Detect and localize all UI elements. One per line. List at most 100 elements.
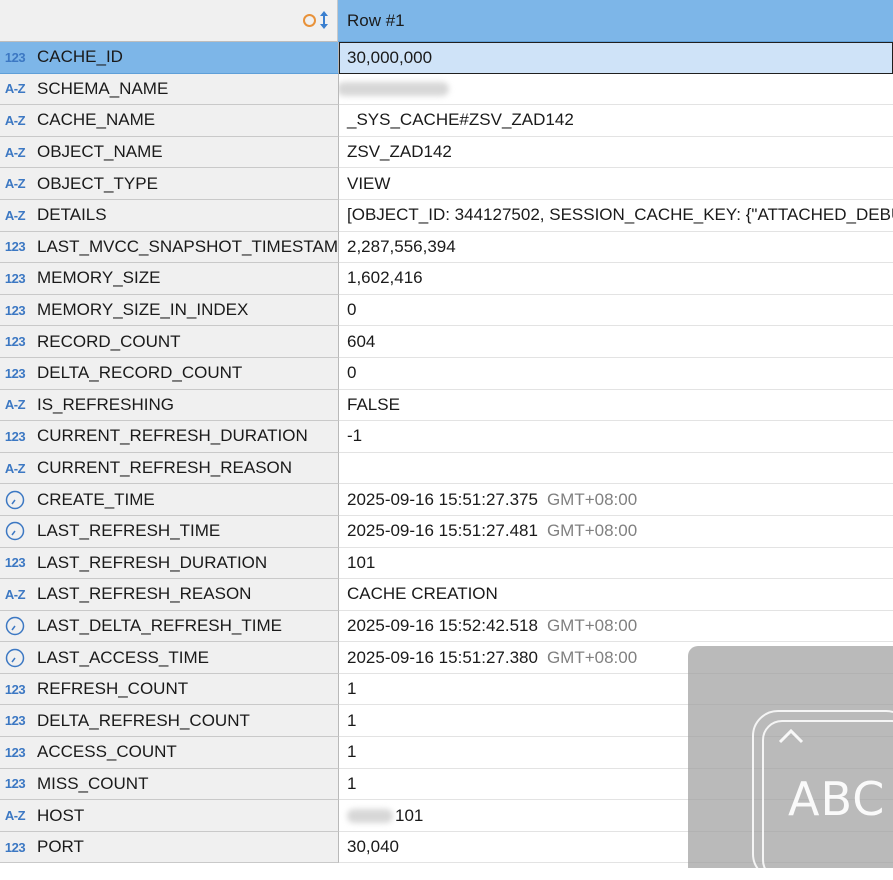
field-value-cell[interactable]: VIEW [339, 168, 893, 200]
field-value-cell[interactable]: 0 [339, 357, 893, 390]
table-row[interactable]: A-Z CACHE_NAME _SYS_CACHE#ZSV_ZAD142 [0, 105, 893, 137]
field-name-label: PORT [37, 837, 84, 857]
field-value-cell[interactable]: ZSV_ZAD142 [339, 136, 893, 169]
field-name-cell[interactable]: A-Z OBJECT_TYPE [0, 168, 339, 200]
sort-icon[interactable] [319, 10, 329, 30]
field-name-cell[interactable]: 123 MISS_COUNT [0, 768, 339, 801]
field-name-cell[interactable]: A-Z SCHEMA_NAME [0, 73, 339, 106]
redacted-value [339, 81, 449, 96]
table-row[interactable]: LAST_REFRESH_TIME 2025-09-16 15:51:27.481… [0, 515, 893, 548]
table-row[interactable]: 123 RECORD_COUNT 604 [0, 326, 893, 358]
field-value-text: CACHE CREATION [347, 584, 498, 604]
field-name-cell[interactable]: LAST_REFRESH_TIME [0, 515, 339, 548]
table-row[interactable]: A-Z IS_REFRESHING FALSE [0, 389, 893, 422]
field-value-cell[interactable]: 2,287,556,394 [339, 231, 893, 264]
table-row[interactable]: 123 DELTA_RECORD_COUNT 0 [0, 357, 893, 390]
field-value-cell[interactable]: 101 [339, 547, 893, 580]
grid-header: Row #1 [0, 0, 893, 42]
numeric-type-icon: 123 [4, 365, 26, 381]
field-value-cell[interactable] [339, 452, 893, 485]
field-name-cell[interactable]: 123 CACHE_ID [0, 42, 339, 74]
field-name-cell[interactable]: A-Z LAST_REFRESH_REASON [0, 579, 339, 611]
table-row[interactable]: 123 LAST_MVCC_SNAPSHOT_TIMESTAMP 2,287,556… [0, 231, 893, 264]
record-grid: Row #1 123 CACHE_ID 30,000,000 A-Z SCHEMA_NA… [0, 0, 893, 880]
field-name-cell[interactable]: 123 LAST_MVCC_SNAPSHOT_TIMESTAMP [0, 231, 339, 264]
field-name-cell[interactable]: A-Z HOST [0, 800, 339, 832]
field-name-cell[interactable]: A-Z DETAILS [0, 199, 339, 232]
field-value-cell[interactable]: 30,000,000 [339, 42, 893, 74]
field-value-text: 2025-09-16 15:51:27.375 [347, 489, 538, 509]
field-name-label: CACHE_ID [37, 47, 123, 67]
field-name-label: REFRESH_COUNT [37, 679, 189, 699]
circle-icon[interactable] [303, 13, 316, 27]
field-name-label: SCHEMA_NAME [37, 78, 169, 98]
string-type-icon: A-Z [4, 808, 26, 824]
field-name-label: LAST_REFRESH_REASON [37, 584, 252, 604]
field-name-cell[interactable]: A-Z CURRENT_REFRESH_REASON [0, 452, 339, 485]
field-name-cell[interactable]: 123 DELTA_REFRESH_COUNT [0, 705, 339, 738]
field-name-cell[interactable]: 123 DELTA_RECORD_COUNT [0, 357, 339, 390]
field-name-label: RECORD_COUNT [37, 331, 181, 351]
field-name-cell[interactable]: 123 REFRESH_COUNT [0, 673, 339, 706]
field-value-cell[interactable]: 1,602,416 [339, 263, 893, 295]
field-value-text: 604 [347, 331, 376, 351]
field-value-cell[interactable] [339, 73, 893, 106]
field-value-text: [OBJECT_ID: 344127502, SESSION_CACHE_KEY… [347, 205, 893, 225]
field-value-cell[interactable]: 2025-09-16 15:52:42.518 GMT+08:00 [339, 610, 893, 643]
column-header-label: Row #1 [347, 10, 405, 30]
field-value-cell[interactable]: FALSE [339, 389, 893, 422]
field-name-cell[interactable]: A-Z OBJECT_NAME [0, 136, 339, 169]
field-name-cell[interactable]: 123 LAST_REFRESH_DURATION [0, 547, 339, 580]
table-row[interactable]: 123 MEMORY_SIZE 1,602,416 [0, 263, 893, 295]
table-row[interactable]: A-Z CURRENT_REFRESH_REASON [0, 452, 893, 485]
field-name-cell[interactable]: LAST_DELTA_REFRESH_TIME [0, 610, 339, 643]
field-value-text: 30,000,000 [347, 47, 433, 67]
field-name-cell[interactable]: 123 ACCESS_COUNT [0, 737, 339, 769]
field-name-cell[interactable]: CREATE_TIME [0, 484, 339, 516]
field-value-cell[interactable]: CACHE CREATION [339, 579, 893, 611]
table-row[interactable]: A-Z OBJECT_NAME ZSV_ZAD142 [0, 136, 893, 169]
field-name-cell[interactable]: 123 PORT [0, 831, 339, 864]
table-row[interactable]: 123 MEMORY_SIZE_IN_INDEX 0 [0, 294, 893, 327]
overlay-text: ABC [788, 772, 886, 826]
table-row[interactable]: A-Z OBJECT_TYPE VIEW [0, 168, 893, 200]
table-row[interactable]: A-Z DETAILS [OBJECT_ID: 344127502, SESSION… [0, 199, 893, 232]
string-type-icon: A-Z [4, 112, 26, 128]
table-row[interactable]: 123 LAST_REFRESH_DURATION 101 [0, 547, 893, 580]
field-value-cell[interactable]: 2025-09-16 15:51:27.481 GMT+08:00 [339, 515, 893, 548]
field-name-label: MEMORY_SIZE_IN_INDEX [37, 300, 249, 320]
field-name-cell[interactable]: 123 MEMORY_SIZE_IN_INDEX [0, 294, 339, 327]
field-name-cell[interactable]: 123 CURRENT_REFRESH_DURATION [0, 421, 339, 453]
field-name-cell[interactable]: 123 RECORD_COUNT [0, 326, 339, 358]
table-row[interactable]: A-Z LAST_REFRESH_REASON CACHE CREATION [0, 579, 893, 611]
field-name-label: CURRENT_REFRESH_REASON [37, 458, 293, 478]
field-value-cell[interactable]: _SYS_CACHE#ZSV_ZAD142 [339, 105, 893, 137]
table-row[interactable]: A-Z SCHEMA_NAME [0, 73, 893, 106]
field-name-label: LAST_DELTA_REFRESH_TIME [37, 615, 282, 635]
numeric-type-icon: 123 [4, 270, 26, 286]
clock-icon [0, 616, 30, 636]
numeric-type-icon: 123 [4, 744, 26, 760]
field-name-cell[interactable]: A-Z CACHE_NAME [0, 105, 339, 137]
field-value-cell[interactable]: 2025-09-16 15:51:27.375 GMT+08:00 [339, 484, 893, 516]
field-value-cell[interactable]: 604 [339, 326, 893, 358]
table-row[interactable]: 123 CURRENT_REFRESH_DURATION -1 [0, 421, 893, 453]
field-value-cell[interactable]: 0 [339, 294, 893, 327]
field-name-cell[interactable]: A-Z IS_REFRESHING [0, 389, 339, 422]
field-value-text: 2025-09-16 15:52:42.518 [347, 615, 538, 635]
field-value-cell[interactable]: [OBJECT_ID: 344127502, SESSION_CACHE_KEY… [339, 199, 893, 232]
column-header-row-1[interactable]: Row #1 [338, 0, 893, 42]
timezone-label: GMT+08:00 [546, 615, 638, 635]
handwriting-keyboard-overlay[interactable]: ABC [688, 646, 893, 880]
timezone-label: GMT+08:00 [546, 521, 638, 541]
field-value-text: 1 [347, 679, 357, 699]
table-row[interactable]: CREATE_TIME 2025-09-16 15:51:27.375 GMT+08… [0, 484, 893, 516]
field-name-cell[interactable]: 123 MEMORY_SIZE [0, 263, 339, 295]
field-name-cell[interactable]: LAST_ACCESS_TIME [0, 642, 339, 674]
field-name-label: LAST_MVCC_SNAPSHOT_TIMESTAMP [37, 236, 339, 256]
field-name-label: HOST [37, 805, 85, 825]
table-row[interactable]: LAST_DELTA_REFRESH_TIME 2025-09-16 15:52:… [0, 610, 893, 643]
field-value-cell[interactable]: -1 [339, 421, 893, 453]
timezone-label: GMT+08:00 [546, 647, 638, 667]
table-row[interactable]: 123 CACHE_ID 30,000,000 [0, 42, 893, 74]
